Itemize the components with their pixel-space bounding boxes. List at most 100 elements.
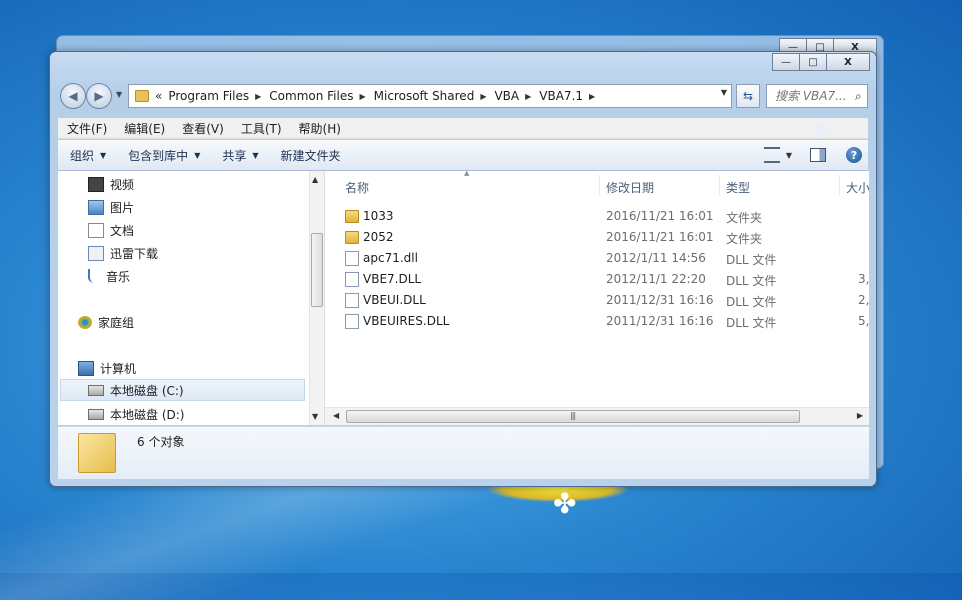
hidden-crumbs-chevron[interactable]: «: [155, 89, 162, 103]
tree-label: 文档: [110, 223, 135, 238]
navigation-pane: 视频 图片 文档 迅雷下载 音乐 家庭组 计算机 本地磁盘 (C:) 本地磁盘 …: [58, 171, 325, 425]
maximize-button[interactable]: □: [799, 53, 827, 71]
column-divider[interactable]: [839, 175, 840, 195]
tree-item-drive-d[interactable]: 本地磁盘 (D:): [88, 403, 184, 425]
column-type[interactable]: 类型: [726, 179, 750, 196]
tree-label: 计算机: [100, 361, 137, 376]
search-box[interactable]: ⌕: [766, 84, 868, 108]
column-size[interactable]: 大小: [846, 179, 869, 196]
file-name: VBEUI.DLL: [363, 293, 426, 307]
menu-edit[interactable]: 编辑(E): [115, 120, 173, 137]
scroll-thumb[interactable]: |||: [346, 410, 800, 423]
sort-ascending-icon: ▲: [464, 171, 470, 177]
forward-arrow-icon: ▶: [94, 89, 104, 103]
menu-help[interactable]: 帮助(H): [290, 120, 349, 137]
tree-item-videos[interactable]: 视频: [88, 173, 134, 195]
file-row[interactable]: VBEUIRES.DLL 2011/12/31 16:16 DLL 文件 5,: [341, 311, 869, 331]
file-modified: 2016/11/21 16:01: [606, 209, 714, 223]
scroll-down-icon[interactable]: ▼: [312, 412, 318, 421]
file-row[interactable]: apc71.dll 2012/1/11 14:56 DLL 文件: [341, 248, 869, 268]
tree-item-computer[interactable]: 计算机: [78, 357, 136, 379]
file-type: DLL 文件: [726, 274, 777, 288]
crumb-vba71[interactable]: VBA7.1: [539, 89, 583, 103]
organize-label: 组织: [70, 148, 95, 163]
column-divider[interactable]: [719, 175, 720, 195]
tree-item-homegroup[interactable]: 家庭组: [78, 311, 134, 333]
crumb-separator-icon[interactable]: ▶: [589, 92, 595, 101]
homegroup-icon: [78, 315, 92, 329]
tree-item-pictures[interactable]: 图片: [88, 196, 134, 218]
tree-label: 音乐: [106, 269, 131, 284]
file-name: 2052: [363, 230, 394, 244]
crumb-separator-icon[interactable]: ▶: [359, 92, 365, 101]
picture-library-icon: [88, 199, 104, 215]
scroll-left-icon[interactable]: ◀: [333, 411, 339, 420]
close-button[interactable]: X: [826, 53, 870, 71]
tree-item-drive-c[interactable]: 本地磁盘 (C:): [60, 379, 305, 401]
forward-button[interactable]: ▶: [86, 83, 112, 109]
tree-item-documents[interactable]: 文档: [88, 219, 134, 241]
scroll-up-icon[interactable]: ▲: [312, 175, 318, 184]
crumb-separator-icon[interactable]: ▶: [480, 92, 486, 101]
folder-icon: [345, 210, 359, 223]
computer-icon: [78, 360, 94, 376]
menu-bar: 文件(F) 编辑(E) 查看(V) 工具(T) 帮助(H): [58, 118, 868, 139]
column-name[interactable]: 名称: [345, 179, 369, 196]
view-options-icon[interactable]: [763, 147, 780, 163]
scroll-thumb[interactable]: [311, 233, 323, 307]
crumb-program-files[interactable]: Program Files: [168, 89, 249, 103]
crumb-separator-icon[interactable]: ▶: [525, 92, 531, 101]
refresh-button[interactable]: ⇆: [736, 84, 760, 108]
drive-icon: [88, 384, 104, 396]
menu-view[interactable]: 查看(V): [173, 120, 232, 137]
minimize-button[interactable]: —: [772, 53, 800, 71]
column-divider[interactable]: [599, 175, 600, 195]
address-bar[interactable]: « Program Files ▶ Common Files ▶ Microso…: [128, 84, 732, 108]
file-row[interactable]: VBE7.DLL 2012/11/1 22:20 DLL 文件 3,: [341, 269, 869, 289]
navigation-scrollbar[interactable]: ▲ ▼: [309, 171, 324, 425]
recent-pages-dropdown-icon[interactable]: ▼: [116, 90, 122, 99]
download-library-icon: [88, 245, 104, 261]
crumb-microsoft-shared[interactable]: Microsoft Shared: [374, 89, 475, 103]
item-count: 6 个对象: [137, 435, 185, 449]
address-dropdown-icon[interactable]: ▼: [721, 88, 727, 97]
back-button[interactable]: ◀: [60, 83, 86, 109]
file-size: 3,: [858, 272, 869, 286]
file-row[interactable]: VBEUI.DLL 2011/12/31 16:16 DLL 文件 2,: [341, 290, 869, 310]
search-input[interactable]: [773, 88, 853, 104]
crumb-common-files[interactable]: Common Files: [269, 89, 353, 103]
crumb-vba[interactable]: VBA: [494, 89, 519, 103]
chevron-down-icon: ▼: [100, 150, 107, 160]
menu-file[interactable]: 文件(F): [58, 120, 115, 137]
menu-tools[interactable]: 工具(T): [232, 120, 290, 137]
file-row[interactable]: 2052 2016/11/21 16:01 文件夹: [341, 227, 869, 247]
new-folder-button[interactable]: 新建文件夹: [269, 147, 351, 164]
include-in-library-button[interactable]: 包含到库中 ▼: [116, 147, 210, 164]
crumb-separator-icon[interactable]: ▶: [255, 92, 261, 101]
preview-pane-icon[interactable]: [810, 148, 826, 162]
file-icon: [345, 293, 359, 308]
file-row[interactable]: 1033 2016/11/21 16:01 文件夹: [341, 206, 869, 226]
explorer-window: — □ X ◀ ▶ ▼ « Program Files ▶ Common Fil…: [49, 51, 877, 487]
grip-icon: |||: [570, 411, 576, 420]
file-name: 1033: [363, 209, 394, 223]
scroll-right-icon[interactable]: ▶: [857, 411, 863, 420]
horizontal-scrollbar[interactable]: ◀ ||| ▶: [325, 407, 869, 425]
command-bar: 组织 ▼ 包含到库中 ▼ 共享 ▼ 新建文件夹 ▼ ?: [58, 140, 868, 171]
file-type: DLL 文件: [726, 253, 777, 267]
tree-label: 家庭组: [98, 315, 135, 330]
file-modified: 2011/12/31 16:16: [606, 314, 714, 328]
column-modified[interactable]: 修改日期: [606, 179, 654, 196]
drive-icon: [88, 408, 104, 420]
file-name: VBEUIRES.DLL: [363, 314, 450, 328]
share-button[interactable]: 共享 ▼: [210, 147, 268, 164]
file-type: 文件夹: [726, 211, 763, 225]
folder-icon: [345, 231, 359, 244]
search-icon[interactable]: ⌕: [855, 89, 862, 104]
view-dropdown-icon[interactable]: ▼: [786, 151, 792, 160]
tree-item-music[interactable]: 音乐: [88, 265, 130, 287]
help-icon[interactable]: ?: [846, 147, 862, 163]
tree-item-thunder-downloads[interactable]: 迅雷下载: [88, 242, 158, 264]
organize-button[interactable]: 组织 ▼: [58, 147, 116, 164]
share-label: 共享: [222, 148, 247, 163]
